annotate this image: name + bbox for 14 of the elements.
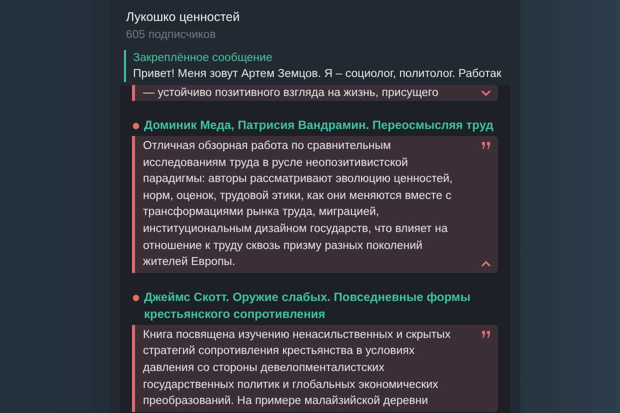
bullet-icon xyxy=(132,122,140,130)
book-title: Джеймс Скотт. Оружие слабых. Повседневные формы крестьянского сопротивления xyxy=(144,288,471,323)
pinned-message[interactable]: Закреплённое сообщение Привет! Меня зовут Артем Земцов. Я – социолог, политолог. Работак xyxy=(124,50,520,82)
quote-text: Книга посвящена изучению ненасильственных и скрытых стратегий сопротивления крестьянства в условиях давления со стороны девелопменталистских государственных политик и глобальных экономических преобразований. На примере малайзийской деревни xyxy=(143,328,451,410)
bullet-icon xyxy=(132,294,140,302)
quote-text: Отличная обзорная работа по сравнительным исследованиям труда в русле неопозитивистской парадигмы: авторы рассматривают эволюцию ценностей, норм, оценок, трудовой этики, как они меняются вместе с трансформациями рынка труда, миграцией, институциональным дизайном государств, что влияет на отношение к труду сквозь призму разных поколений жителей Европы. xyxy=(143,139,453,270)
pinned-label: Закреплённое сообщение xyxy=(133,51,274,66)
quote-text: — устойчиво позитивного взгляда на жизнь, присущего xyxy=(143,86,438,101)
subscriber-count: 605 подписчиков xyxy=(126,28,217,43)
pinned-text: Привет! Меня зовут Артем Земцов. Я – социолог, политолог. Работак xyxy=(133,67,502,82)
quote-mark-icon xyxy=(482,142,490,149)
channel-title: Лукошко ценностей xyxy=(126,9,241,26)
book-title: Доминик Меда, Патрисия Вандрамин. Переосмысляя труд xyxy=(144,117,494,134)
quote-mark-icon xyxy=(482,330,490,338)
